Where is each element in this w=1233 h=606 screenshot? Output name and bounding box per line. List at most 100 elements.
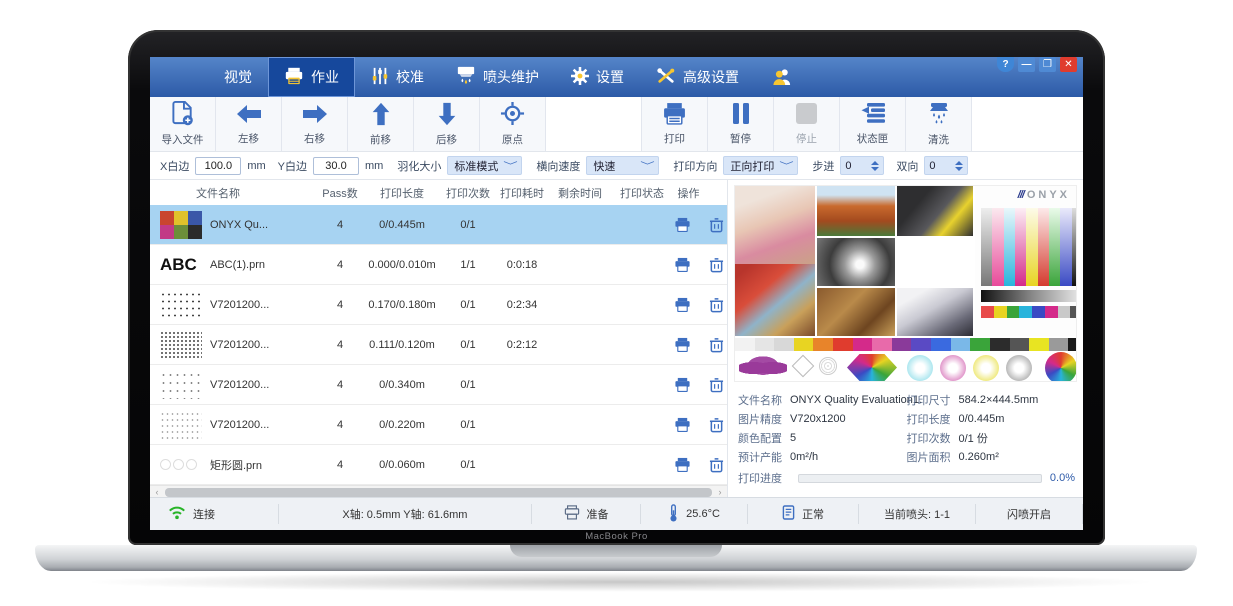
main-content: 文件名称 Pass数 打印长度 打印次数 打印耗时 剩余时间 打印状态 操作 O…	[150, 180, 1083, 497]
axis-position-label: X轴: 0.5mm Y轴: 61.6mm	[342, 506, 467, 522]
move-backward-button[interactable]: 后移	[414, 97, 480, 151]
toolbar-label: 状态匣	[857, 131, 889, 146]
progress-label: 打印进度	[738, 470, 782, 486]
feather-label: 羽化大小	[397, 158, 441, 174]
progress-bar	[798, 474, 1042, 483]
tab-jobs-label: 作业	[311, 67, 339, 87]
origin-button[interactable]: 原点	[480, 97, 546, 151]
table-header: 文件名称 Pass数 打印长度 打印次数 打印耗时 剩余时间 打印状态 操作	[150, 180, 727, 205]
bidirectional-stepper[interactable]: 0	[924, 156, 968, 175]
info-label: 文件名称	[738, 392, 782, 408]
stop-button[interactable]: 停止	[774, 97, 840, 151]
import-file-button[interactable]: 导入文件	[150, 97, 216, 151]
x-margin-input[interactable]: 100.0	[195, 157, 241, 175]
window-controls: ? — ❐ ✕	[997, 57, 1077, 72]
maximize-button[interactable]: ❐	[1039, 57, 1056, 72]
connection-label: 连接	[193, 506, 215, 522]
step-stepper[interactable]: 0	[840, 156, 884, 175]
scrollbar-thumb[interactable]	[165, 488, 712, 497]
current-head-status: 当前喷头: 1-1	[859, 504, 976, 524]
temperature-status: 25.6°C	[641, 504, 748, 524]
bidirectional-value: 0	[929, 160, 935, 172]
print-job-button[interactable]	[674, 217, 691, 233]
y-margin-label: Y白边	[278, 158, 307, 174]
info-value: 0m²/h	[790, 451, 818, 463]
print-job-button[interactable]	[674, 377, 691, 393]
printer-ready-status: 准备	[532, 504, 641, 524]
feather-select[interactable]: 标准模式 ﹀	[447, 156, 522, 175]
laptop-hinge-notch	[510, 545, 722, 557]
move-right-button[interactable]: 右移	[282, 97, 348, 151]
info-value: 5	[790, 432, 796, 444]
delete-job-button[interactable]	[709, 337, 724, 353]
job-name: V7201200...	[210, 299, 269, 311]
table-row[interactable]: V7201200... 4 0.170/0.180m 0/1 0:2:34	[150, 285, 727, 325]
stop-icon	[795, 102, 818, 128]
status-box-button[interactable]: 状态匣	[840, 97, 906, 151]
table-row[interactable]: V7201200... 4 0/0.340m 0/1	[150, 365, 727, 405]
print-button[interactable]: 打印	[642, 97, 708, 151]
tab-settings-label: 设置	[596, 67, 624, 87]
table-row[interactable]: 矩形圆.prn 4 0/0.060m 0/1	[150, 445, 727, 485]
axis-position: X轴: 0.5mm Y轴: 61.6mm	[279, 504, 532, 524]
delete-job-button[interactable]	[709, 257, 724, 273]
move-left-button[interactable]: 左移	[216, 97, 282, 151]
toolbar-fill	[972, 97, 1083, 151]
y-margin-input[interactable]: 30.0	[313, 157, 359, 175]
tab-users[interactable]	[755, 57, 809, 97]
status-bar: 连接 X轴: 0.5mm Y轴: 61.6mm 准备 25.6°C 正常 当前喷…	[150, 497, 1083, 530]
print-job-button[interactable]	[674, 337, 691, 353]
delete-job-button[interactable]	[709, 377, 724, 393]
print-job-button[interactable]	[674, 297, 691, 313]
col-status: 打印状态	[610, 185, 674, 201]
job-pass: 4	[318, 419, 362, 431]
spinner-arrows-icon[interactable]	[871, 161, 879, 171]
job-length: 0.111/0.120m	[362, 339, 442, 351]
delete-job-button[interactable]	[709, 297, 724, 313]
col-pass: Pass数	[318, 185, 362, 201]
table-row[interactable]: V7201200... 4 0.111/0.120m 0/1 0:2:12	[150, 325, 727, 365]
scroll-right-icon[interactable]: ›	[713, 487, 727, 497]
tab-settings[interactable]: 设置	[555, 57, 640, 97]
job-count: 0/1	[442, 339, 494, 351]
clean-button[interactable]: 清洗	[906, 97, 972, 151]
speed-select[interactable]: 快速 ﹀	[586, 156, 659, 175]
info-value: 0.260m²	[959, 451, 999, 463]
tab-printhead-maintenance[interactable]: 喷头维护	[440, 57, 555, 97]
print-job-button[interactable]	[674, 257, 691, 273]
job-thumbnail	[160, 451, 202, 479]
direction-select[interactable]: 正向打印 ﹀	[723, 156, 798, 175]
delete-job-button[interactable]	[709, 417, 724, 433]
table-row[interactable]: V7201200... 4 0/0.220m 0/1	[150, 405, 727, 445]
minimize-button[interactable]: —	[1018, 57, 1035, 72]
print-icon	[662, 102, 687, 128]
job-time: 0:0:18	[494, 259, 550, 271]
bidirectional-label: 双向	[896, 158, 918, 174]
close-button[interactable]: ✕	[1060, 57, 1077, 72]
arrow-right-icon	[302, 103, 328, 128]
tab-calibration[interactable]: 校准	[355, 57, 440, 97]
help-button[interactable]: ?	[997, 57, 1014, 72]
tab-advanced-settings[interactable]: 高级设置	[640, 57, 755, 97]
print-job-button[interactable]	[674, 417, 691, 433]
print-job-button[interactable]	[674, 457, 691, 473]
connection-status: 连接	[150, 504, 279, 524]
printer-icon	[284, 67, 304, 88]
col-remaining: 剩余时间	[550, 185, 610, 201]
spinner-arrows-icon[interactable]	[955, 161, 963, 171]
toolbar-label: 左移	[238, 131, 259, 146]
table-row[interactable]: ABC ABC(1).prn 4 0.000/0.010m 1/1 0:0:18	[150, 245, 727, 285]
pause-button[interactable]: 暂停	[708, 97, 774, 151]
delete-job-button[interactable]	[709, 217, 724, 233]
print-progress: 打印进度 0.0%	[738, 470, 1075, 486]
table-row[interactable]: ONYX Qu... 4 0/0.445m 0/1	[150, 205, 727, 245]
scroll-left-icon[interactable]: ‹	[150, 487, 164, 497]
clean-icon	[926, 102, 952, 129]
delete-job-button[interactable]	[709, 457, 724, 473]
tab-jobs[interactable]: 作业	[268, 57, 355, 97]
move-forward-button[interactable]: 前移	[348, 97, 414, 151]
laptop-screen-bezel: MacBook Pro 视觉 作业 校准	[128, 30, 1105, 545]
origin-target-icon	[500, 101, 525, 129]
job-name: V7201200...	[210, 419, 269, 431]
tab-vision[interactable]: 视觉	[208, 57, 268, 97]
